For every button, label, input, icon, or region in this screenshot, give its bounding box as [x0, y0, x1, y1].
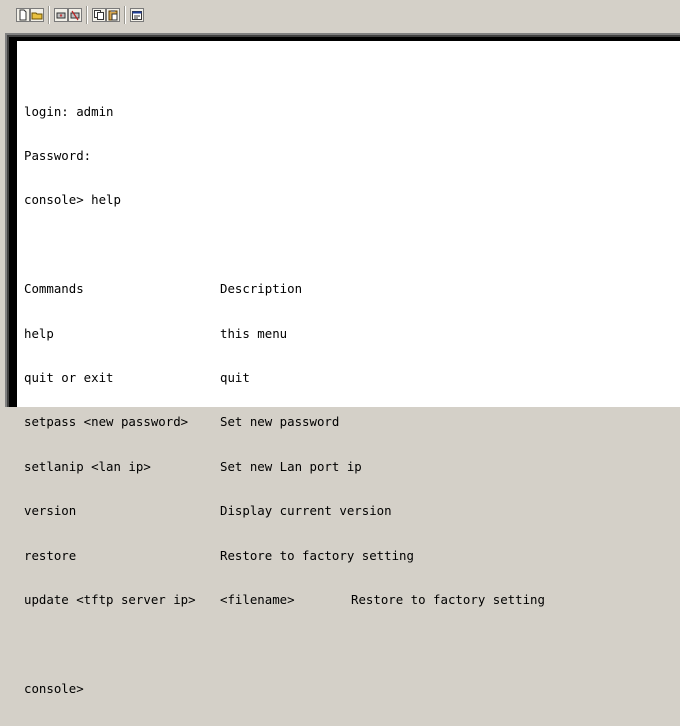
paste-icon[interactable]: [106, 8, 120, 22]
help-command: help: [24, 325, 54, 341]
help-row: help this menu: [24, 325, 545, 342]
help-row: version Display current version: [24, 503, 545, 519]
update-argument: <filename>: [220, 591, 295, 607]
help-description: this menu: [220, 325, 288, 341]
toolbar-separator: [86, 6, 88, 24]
terminal-frame: login: admin Password: console> help Com…: [5, 33, 680, 695]
copy-icon[interactable]: [92, 8, 106, 22]
help-command: version: [24, 503, 77, 519]
help-description: quit: [220, 369, 250, 385]
help-description: Set new password: [220, 414, 340, 430]
help-command: quit or exit: [24, 369, 114, 385]
toolbar-separator: [48, 6, 50, 24]
update-command: update <tftp server ip>: [24, 591, 196, 607]
command-line: console> help: [24, 192, 121, 208]
help-description: Restore to factory setting: [220, 547, 414, 563]
help-row-update: update <tftp server ip> <filename> Restore…: [24, 591, 545, 608]
login-line: login: admin: [24, 103, 114, 119]
toolbar-separator: [124, 6, 126, 24]
help-row: quit or exit quit: [24, 369, 545, 386]
terminal-border: login: admin Password: console> help Com…: [9, 37, 680, 695]
disconnect-icon[interactable]: [68, 8, 82, 22]
properties-icon[interactable]: [130, 8, 144, 22]
terminal-output: login: admin Password: console> help Com…: [24, 75, 545, 726]
help-row: restore Restore to factory setting: [24, 547, 545, 564]
help-row: setpass <new password> Set new password: [24, 415, 545, 430]
console-prompt[interactable]: console>: [24, 681, 545, 697]
open-icon[interactable]: [30, 8, 44, 22]
help-command: setpass <new password>: [24, 414, 189, 430]
terminal-screen[interactable]: login: admin Password: console> help Com…: [17, 41, 680, 695]
header-description: Description: [220, 281, 303, 297]
help-command: restore: [24, 547, 77, 563]
update-description: Restore to factory setting: [351, 591, 545, 607]
password-line: Password:: [24, 147, 92, 163]
toolbar: [0, 0, 680, 30]
help-command: setlanip <lan ip>: [24, 458, 151, 474]
help-row: setlanip <lan ip> Set new Lan port ip: [24, 458, 545, 475]
help-description: Display current version: [220, 503, 392, 519]
connect-icon[interactable]: [54, 8, 68, 22]
help-header: Commands Description: [24, 281, 545, 297]
new-icon[interactable]: [16, 8, 30, 22]
help-description: Set new Lan port ip: [220, 458, 362, 474]
header-command: Commands: [24, 281, 84, 297]
